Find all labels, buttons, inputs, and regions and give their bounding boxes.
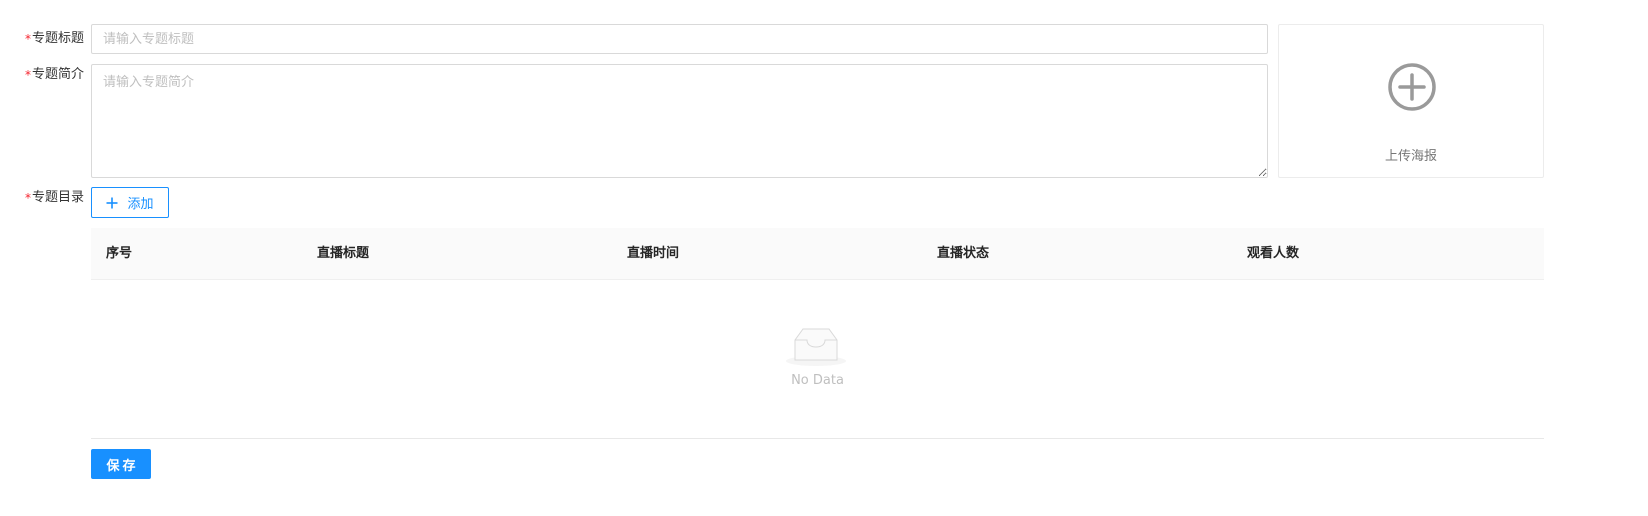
title-label-text: 专题标题 [31,31,84,46]
table-body: No Data [91,280,1544,439]
column-header-viewers: 观看人数 [1247,246,1300,261]
upload-poster-label: 上传海报 [1384,149,1437,164]
desc-textarea[interactable] [91,64,1268,178]
empty-text: No Data [791,373,844,388]
poster-upload[interactable]: 上传海报 [1278,24,1544,178]
required-mark: * [24,191,31,205]
plus-circle-icon [1388,63,1436,111]
add-button-label: 添加 [127,197,154,212]
save-button[interactable]: 保存 [91,449,151,479]
table-header: 序号 直播标题 直播时间 直播状态 观看人数 [91,228,1544,280]
plus-icon [106,197,118,208]
desc-label-text: 专题简介 [31,67,84,82]
catalog-label: *专题目录 [0,188,84,208]
column-header-index: 序号 [106,246,133,261]
column-header-live-time: 直播时间 [627,246,680,261]
catalog-label-text: 专题目录 [31,190,84,205]
required-mark: * [24,68,31,82]
title-label: *专题标题 [0,29,84,49]
add-button[interactable]: 添加 [91,187,169,218]
catalog-table: 序号 直播标题 直播时间 直播状态 观看人数 No Data [91,228,1544,439]
desc-label: *专题简介 [0,65,84,85]
column-header-live-status: 直播状态 [937,246,990,261]
empty-inbox-icon [786,328,846,366]
required-mark: * [24,32,31,46]
title-input[interactable] [91,24,1268,54]
column-header-live-title: 直播标题 [317,246,370,261]
